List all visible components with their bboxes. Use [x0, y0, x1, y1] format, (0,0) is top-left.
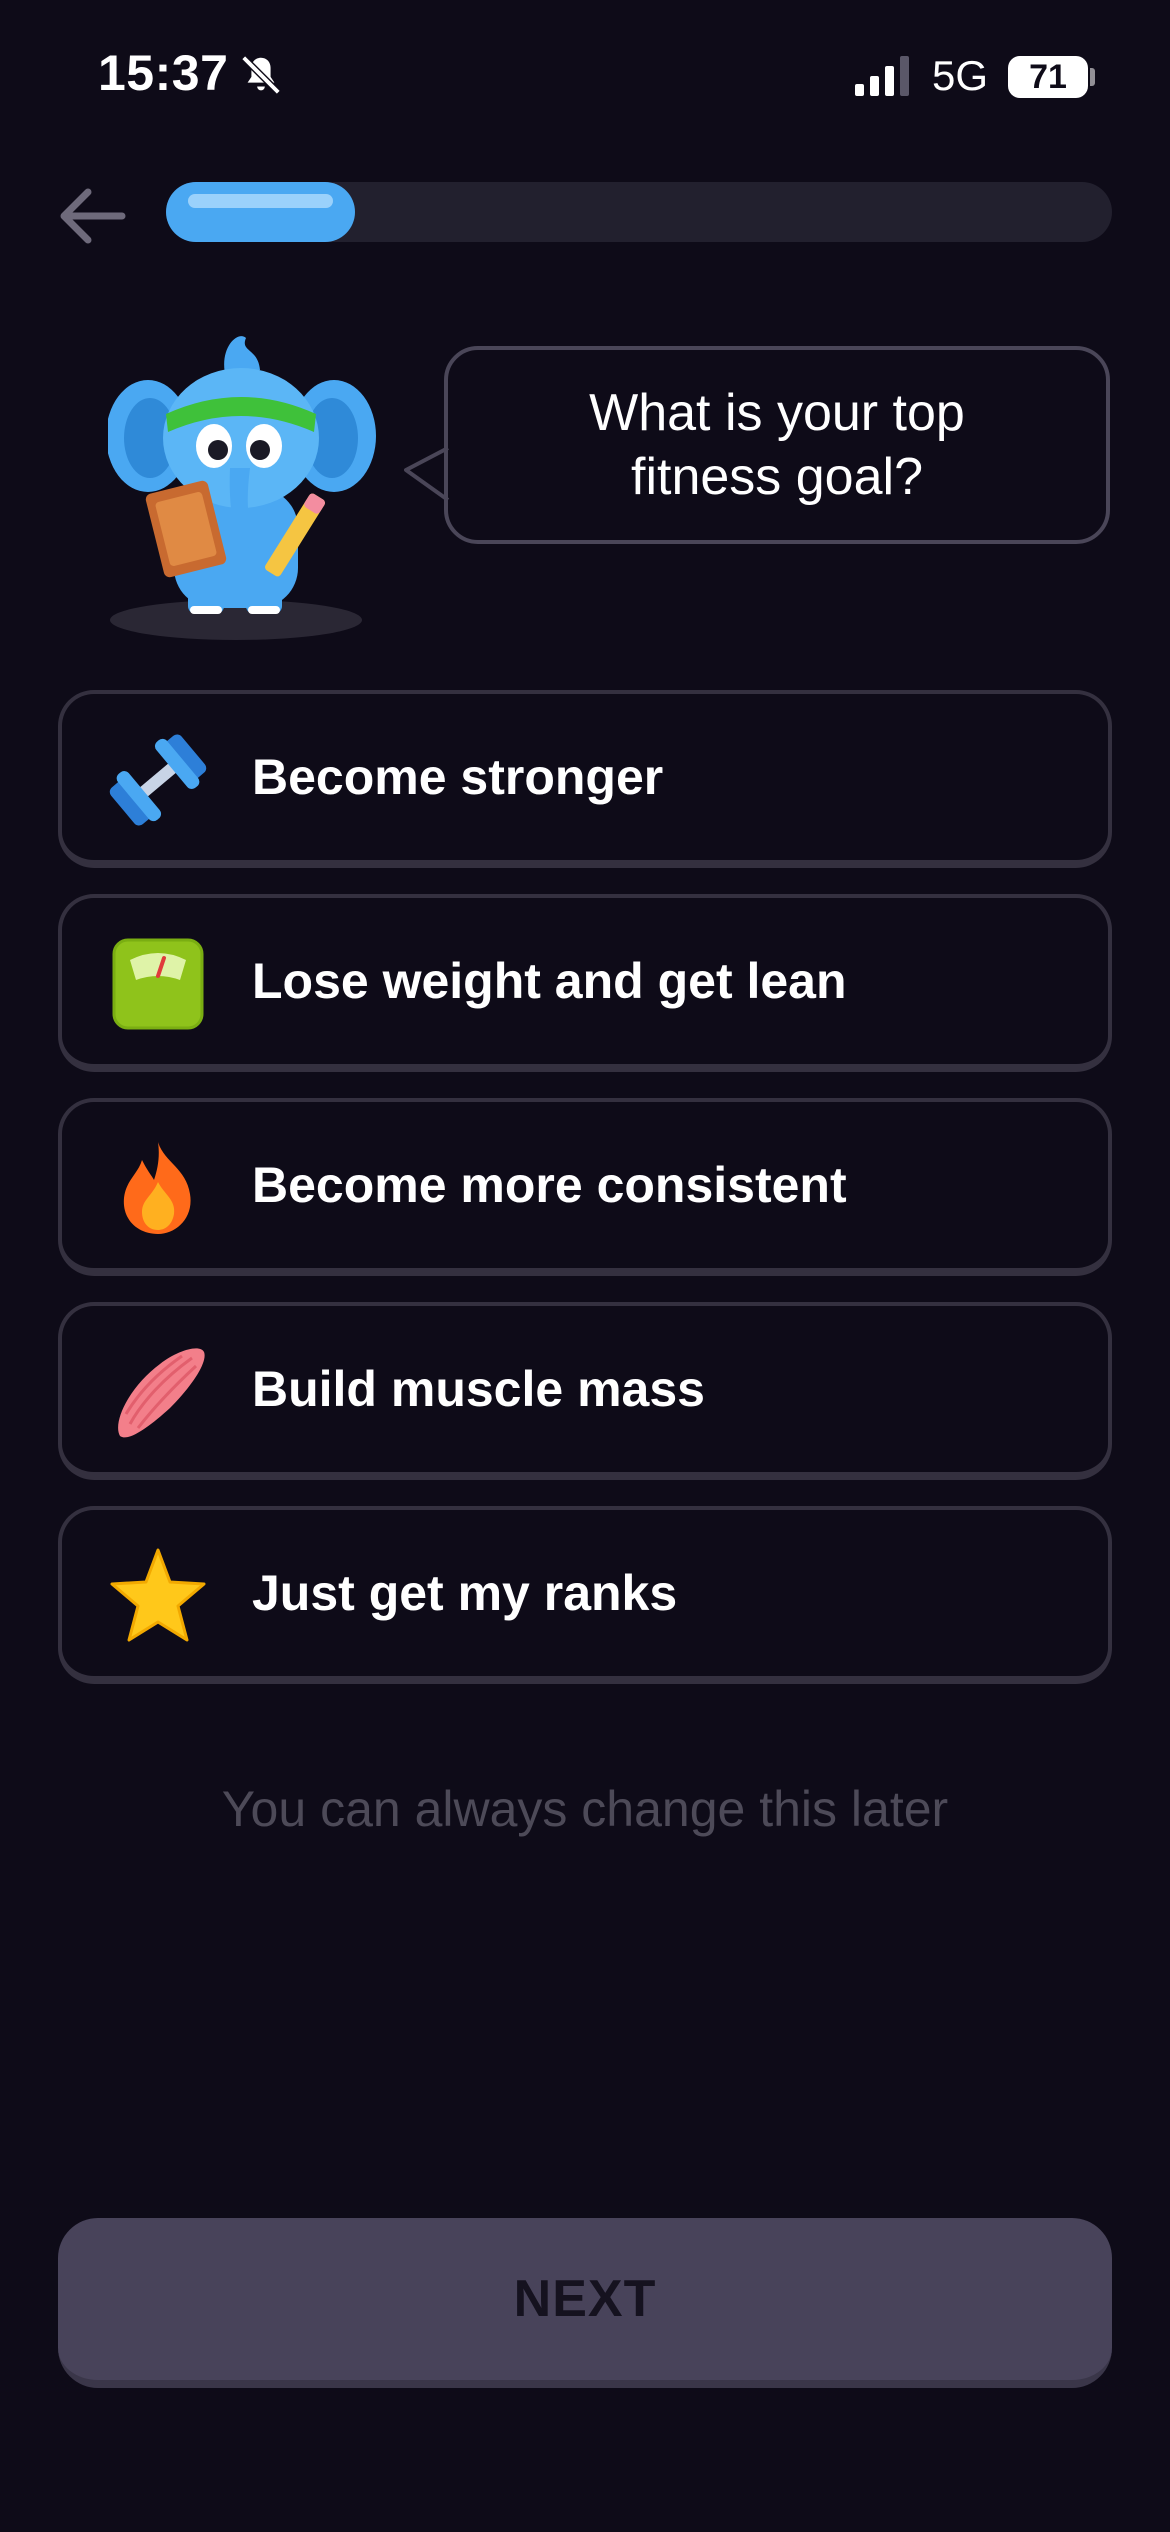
option-lose-weight[interactable]: Lose weight and get lean: [58, 894, 1112, 1072]
status-time: 15:37: [98, 45, 229, 101]
battery-cap: [1090, 68, 1095, 86]
star-icon: [110, 1548, 206, 1642]
back-arrow-icon[interactable]: [52, 176, 132, 256]
option-get-ranks[interactable]: Just get my ranks: [58, 1506, 1112, 1684]
progress-bar: [166, 182, 1112, 242]
hint-text: You can always change this later: [221, 1781, 949, 1837]
next-button[interactable]: NEXT: [58, 2218, 1112, 2388]
scale-icon: [112, 938, 204, 1030]
speech-bubble: What is your top fitness goal?: [444, 346, 1110, 544]
status-bar: 15:37 5G 71: [0, 0, 1170, 150]
next-button-label: NEXT: [513, 2270, 657, 2328]
muscle-icon: [118, 1348, 205, 1438]
progress-fill: [166, 182, 356, 242]
option-label: Become stronger: [252, 749, 664, 805]
cellular-signal-icon: [855, 56, 909, 96]
fire-icon: [123, 1142, 191, 1234]
option-label: Become more consistent: [252, 1157, 847, 1213]
bell-muted-icon: [241, 55, 281, 95]
option-become-consistent[interactable]: Become more consistent: [58, 1098, 1112, 1276]
network-type: 5G: [932, 52, 989, 99]
dumbbell-icon: [109, 734, 207, 826]
progress-shine: [188, 194, 334, 208]
option-build-muscle[interactable]: Build muscle mass: [58, 1302, 1112, 1480]
elephant-mascot-icon: [108, 336, 376, 640]
battery-icon: 71: [1008, 56, 1088, 98]
option-become-stronger[interactable]: Become stronger: [58, 690, 1112, 868]
question-text: What is your top fitness goal?: [589, 384, 965, 506]
option-label: Build muscle mass: [252, 1361, 705, 1417]
option-label: Lose weight and get lean: [252, 953, 847, 1009]
option-label: Just get my ranks: [252, 1565, 678, 1621]
